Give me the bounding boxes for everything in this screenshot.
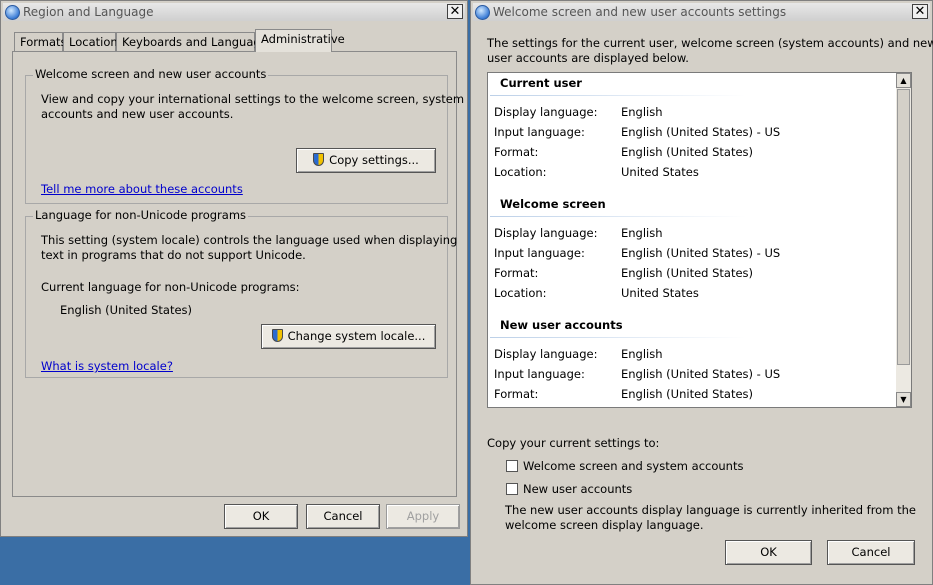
current-language-value: English (United States) (60, 303, 193, 317)
settings-list[interactable]: Current user Display language: English I… (487, 72, 912, 408)
row-label: Format: (494, 387, 539, 401)
section-heading-welcome-screen: Welcome screen (500, 197, 606, 211)
section-divider (490, 337, 746, 338)
current-language-label: Current language for non-Unicode program… (41, 280, 300, 294)
title-bar[interactable]: Welcome screen and new user accounts set… (473, 3, 930, 21)
row-value: English (621, 226, 663, 240)
row-value: English (United States) (621, 387, 754, 401)
inheritance-note: The new user accounts display language i… (505, 503, 916, 517)
description-text: This setting (system locale) controls th… (41, 233, 458, 247)
row-label: Input language: (494, 125, 585, 139)
non-unicode-group: Language for non-Unicode programs This s… (25, 208, 457, 378)
section-divider (490, 216, 746, 217)
title-bar[interactable]: Region and Language ✕ (3, 3, 465, 21)
globe-icon (475, 5, 490, 20)
row-label: Input language: (494, 246, 585, 260)
apply-button[interactable]: Apply (386, 504, 460, 529)
description-text: text in programs that do not support Uni… (41, 248, 306, 262)
inheritance-note: welcome screen display language. (505, 518, 704, 532)
cancel-button[interactable]: Cancel (306, 504, 380, 529)
copy-settings-button[interactable]: Copy settings... (296, 148, 436, 173)
intro-text: user accounts are displayed below. (487, 51, 689, 65)
row-label: Input language: (494, 367, 585, 381)
row-value: English (United States) - US (621, 246, 781, 260)
tab-formats[interactable]: Formats (14, 32, 67, 51)
row-label: Display language: (494, 347, 598, 361)
section-heading-new-user-accounts: New user accounts (500, 318, 623, 332)
row-value: English (United States) - US (621, 367, 781, 381)
welcome-screen-checkbox[interactable] (506, 460, 518, 472)
row-label: Location: (494, 165, 547, 179)
row-value: English (United States) (621, 266, 754, 280)
section-heading-current-user: Current user (500, 76, 582, 90)
description-text: accounts and new user accounts. (41, 107, 234, 121)
section-divider (490, 95, 746, 96)
row-value: English (United States) - US (621, 125, 781, 139)
group-legend: Language for non-Unicode programs (33, 208, 249, 222)
dialog-title: Region and Language (23, 5, 154, 19)
row-label: Display language: (494, 105, 598, 119)
copy-settings-label: Copy your current settings to: (487, 436, 660, 450)
new-user-accounts-checkbox[interactable] (506, 483, 518, 495)
tell-me-more-link[interactable]: Tell me more about these accounts (41, 182, 243, 197)
button-label: Change system locale... (287, 329, 426, 343)
system-locale-link[interactable]: What is system locale? (41, 359, 173, 374)
uac-shield-icon (271, 329, 283, 342)
group-legend: Welcome screen and new user accounts (33, 67, 269, 81)
description-text: View and copy your international setting… (41, 92, 465, 106)
scrollbar-thumb[interactable] (897, 89, 910, 365)
scroll-up-arrow-icon[interactable]: ▲ (896, 73, 911, 88)
row-label: Display language: (494, 226, 598, 240)
row-value: United States (621, 165, 699, 179)
row-label: Format: (494, 266, 539, 280)
administrative-panel: Welcome screen and new user accounts Vie… (12, 51, 464, 497)
globe-icon (5, 5, 20, 20)
change-system-locale-button[interactable]: Change system locale... (261, 324, 436, 349)
close-button[interactable]: ✕ (912, 4, 928, 19)
row-value: English (621, 347, 663, 361)
vertical-scrollbar[interactable]: ▲ ▼ (896, 73, 911, 407)
welcome-screen-checkbox-label[interactable]: Welcome screen and system accounts (523, 459, 743, 474)
close-button[interactable]: ✕ (447, 4, 463, 19)
new-user-accounts-checkbox-label[interactable]: New user accounts (523, 482, 632, 497)
row-label: Format: (494, 145, 539, 159)
button-label: Copy settings... (329, 153, 419, 167)
close-icon: ✕ (914, 4, 926, 19)
dialog-title: Welcome screen and new user accounts set… (493, 5, 787, 19)
row-label: Location: (494, 286, 547, 300)
ok-button[interactable]: OK (224, 504, 298, 529)
uac-shield-icon (313, 153, 325, 166)
tab-keyboards-and-languages[interactable]: Keyboards and Languages (116, 32, 274, 51)
region-language-dialog: Region and Language ✕ Formats Location K… (0, 0, 468, 537)
welcome-screen-group: Welcome screen and new user accounts Vie… (25, 67, 464, 204)
row-value: English (621, 105, 663, 119)
row-value: United States (621, 286, 699, 300)
cancel-button[interactable]: Cancel (827, 540, 915, 565)
intro-text: The settings for the current user, welco… (487, 36, 933, 50)
scroll-down-arrow-icon[interactable]: ▼ (896, 392, 911, 407)
close-icon: ✕ (449, 4, 461, 19)
ok-button[interactable]: OK (725, 540, 812, 565)
tab-administrative[interactable]: Administrative (255, 29, 345, 52)
row-value: English (United States) (621, 145, 754, 159)
tab-location[interactable]: Location (63, 32, 118, 51)
